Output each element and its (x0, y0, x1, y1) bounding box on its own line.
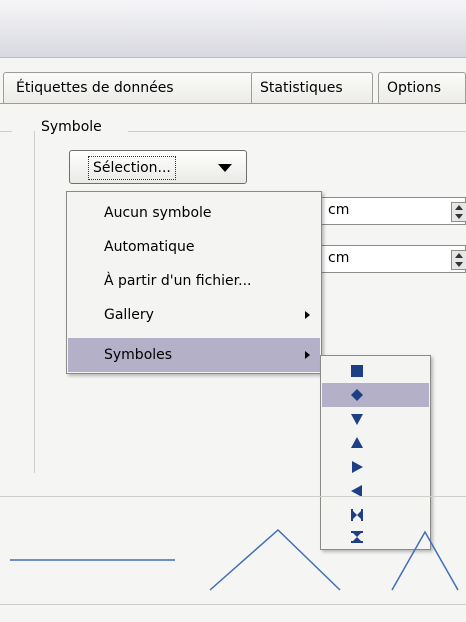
width-spin-button[interactable] (451, 202, 466, 222)
symbol-item-triangle-right[interactable] (322, 455, 429, 479)
frame-line (128, 131, 466, 132)
menu-item-symbols[interactable]: Symboles (68, 338, 320, 372)
height-spin-button[interactable] (451, 250, 466, 270)
symbol-section-title: Symbole (35, 119, 108, 135)
tab-statistics[interactable]: Statistiques (251, 72, 373, 103)
symbol-preview (10, 528, 459, 591)
preview-border (0, 604, 466, 605)
frame-line (0, 131, 12, 132)
symbol-item-square[interactable] (322, 359, 429, 383)
chevron-down-icon (218, 164, 232, 172)
tab-data-labels[interactable]: Étiquettes de données (3, 72, 253, 103)
symbol-dropdown-menu: Aucun symbole Automatique À partir d'un … (66, 191, 322, 374)
chevron-right-icon (305, 311, 310, 319)
tab-options-label: Options (387, 80, 442, 96)
symbol-selection-button[interactable]: Sélection... (69, 150, 247, 184)
preview-line (209, 528, 341, 591)
tab-options[interactable]: Options (378, 72, 466, 103)
menu-item-label: Gallery (104, 307, 154, 323)
menu-item-label: À partir d'un fichier... (104, 273, 252, 289)
frame-line-left (34, 131, 35, 473)
width-field[interactable]: cm (320, 197, 466, 225)
tab-strip: Étiquettes de données Statistiques Optio… (0, 72, 466, 104)
tab-statistics-label: Statistiques (260, 80, 343, 96)
menu-item-gallery[interactable]: Gallery (68, 298, 320, 332)
triangle-right-symbol-icon (352, 461, 363, 473)
chevron-right-icon (305, 351, 310, 359)
triangle-down-symbol-icon (351, 414, 363, 425)
window-titlebar (0, 0, 466, 58)
menu-item-label: Automatique (104, 239, 195, 255)
tab-baseline (0, 103, 466, 104)
symbol-item-triangle-down[interactable] (322, 407, 429, 431)
menu-item-no-symbol[interactable]: Aucun symbole (68, 196, 320, 230)
symbol-item-triangle-up[interactable] (322, 431, 429, 455)
symbol-item-diamond[interactable] (322, 383, 429, 407)
square-symbol-icon (351, 365, 363, 377)
menu-item-label: Symboles (104, 347, 173, 363)
menu-item-label: Aucun symbole (104, 205, 212, 221)
symbol-selection-button-label: Sélection... (88, 156, 176, 180)
menu-item-from-file[interactable]: À partir d'un fichier... (68, 264, 320, 298)
height-field[interactable]: cm (320, 245, 466, 273)
tab-data-labels-label: Étiquettes de données (16, 80, 174, 96)
menu-item-automatic[interactable]: Automatique (68, 230, 320, 264)
diamond-symbol-icon (351, 389, 363, 401)
preview-line (391, 530, 459, 591)
width-field-unit: cm (328, 202, 350, 218)
height-field-unit: cm (328, 250, 350, 266)
triangle-up-symbol-icon (351, 437, 363, 448)
